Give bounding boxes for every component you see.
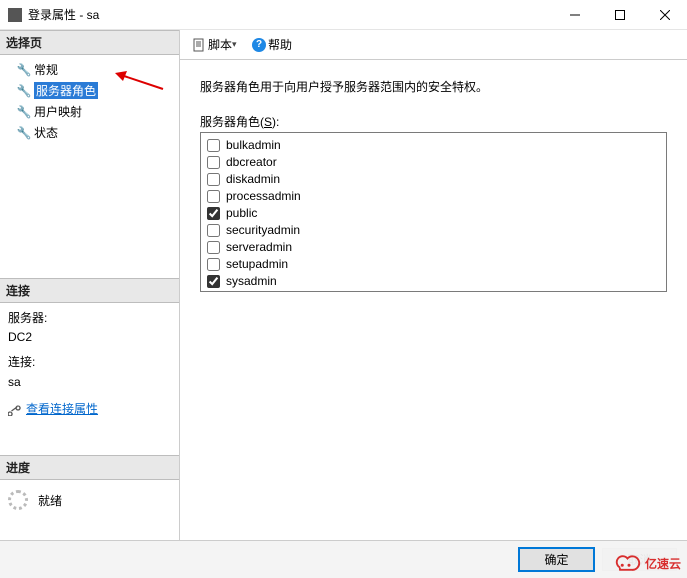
nav-label: 状态 <box>34 124 58 141</box>
server-value: DC2 <box>8 328 171 347</box>
role-name: sysadmin <box>226 273 277 290</box>
role-checkbox[interactable] <box>207 156 220 169</box>
role-row[interactable]: setupadmin <box>207 256 660 273</box>
role-row[interactable]: sysadmin <box>207 273 660 290</box>
role-checkbox[interactable] <box>207 207 220 220</box>
role-row[interactable]: securityadmin <box>207 222 660 239</box>
connection-header: 连接 <box>0 278 179 303</box>
nav-item-user-mapping[interactable]: 🔧 用户映射 <box>0 101 179 122</box>
spinner-icon <box>8 490 28 510</box>
role-checkbox[interactable] <box>207 190 220 203</box>
connection-label: 连接: <box>8 353 171 372</box>
content: 服务器角色用于向用户授予服务器范围内的安全特权。 服务器角色(S): bulka… <box>180 60 687 540</box>
role-name: public <box>226 205 257 222</box>
chevron-down-icon: ▾ <box>232 39 240 50</box>
nav-label: 常规 <box>34 61 58 78</box>
role-name: serveradmin <box>226 239 292 256</box>
window-title: 登录属性 - sa <box>28 6 552 23</box>
roles-listbox[interactable]: bulkadmindbcreatordiskadminprocessadminp… <box>200 132 667 292</box>
role-row[interactable]: diskadmin <box>207 171 660 188</box>
cancel-button[interactable]: 取消 <box>602 548 677 571</box>
script-label: 脚本 <box>208 36 232 53</box>
role-name: securityadmin <box>226 222 300 239</box>
role-checkbox[interactable] <box>207 224 220 237</box>
role-name: diskadmin <box>226 171 280 188</box>
role-row[interactable]: dbcreator <box>207 154 660 171</box>
view-connection-link[interactable]: 查看连接属性 <box>26 400 98 419</box>
close-button[interactable] <box>642 0 687 30</box>
wrench-icon: 🔧 <box>18 127 30 139</box>
description-text: 服务器角色用于向用户授予服务器范围内的安全特权。 <box>200 78 667 95</box>
wrench-icon: 🔧 <box>18 64 30 76</box>
nav-label: 服务器角色 <box>34 82 98 99</box>
roles-list-label: 服务器角色(S): <box>200 113 667 130</box>
progress-body: 就绪 <box>0 480 179 540</box>
role-name: setupadmin <box>226 256 288 273</box>
connection-value: sa <box>8 373 171 392</box>
progress-text: 就绪 <box>38 492 62 509</box>
maximize-button[interactable] <box>597 0 642 30</box>
wrench-icon: 🔧 <box>18 85 30 97</box>
toolbar: 脚本 ▾ ? 帮助 <box>180 30 687 60</box>
content-pane: 脚本 ▾ ? 帮助 服务器角色用于向用户授予服务器范围内的安全特权。 服务器角色… <box>180 30 687 540</box>
ok-button[interactable]: 确定 <box>519 548 594 571</box>
nav-label: 用户映射 <box>34 103 82 120</box>
app-icon <box>8 8 22 22</box>
sidebar: 选择页 🔧 常规 🔧 服务器角色 🔧 用户映射 🔧 状态 连接 服务器: D <box>0 30 180 540</box>
role-checkbox[interactable] <box>207 139 220 152</box>
role-row[interactable]: bulkadmin <box>207 137 660 154</box>
titlebar: 登录属性 - sa <box>0 0 687 30</box>
role-checkbox[interactable] <box>207 241 220 254</box>
nav-list: 🔧 常规 🔧 服务器角色 🔧 用户映射 🔧 状态 <box>0 55 179 147</box>
server-label: 服务器: <box>8 309 171 328</box>
minimize-button[interactable] <box>552 0 597 30</box>
script-icon <box>192 38 206 52</box>
nav-item-status[interactable]: 🔧 状态 <box>0 122 179 143</box>
connection-info: 服务器: DC2 连接: sa 查看连接属性 <box>0 303 179 425</box>
nav-item-general[interactable]: 🔧 常规 <box>0 59 179 80</box>
role-checkbox[interactable] <box>207 275 220 288</box>
dialog-footer: 确定 取消 <box>0 540 687 578</box>
role-checkbox[interactable] <box>207 173 220 186</box>
role-checkbox[interactable] <box>207 258 220 271</box>
nav-item-server-roles[interactable]: 🔧 服务器角色 <box>0 80 179 101</box>
view-connection-properties[interactable]: 查看连接属性 <box>8 400 171 419</box>
progress-header: 进度 <box>0 455 179 480</box>
role-name: bulkadmin <box>226 137 281 154</box>
help-icon: ? <box>252 38 266 52</box>
role-name: dbcreator <box>226 154 277 171</box>
role-row[interactable]: public <box>207 205 660 222</box>
role-row[interactable]: processadmin <box>207 188 660 205</box>
script-button[interactable]: 脚本 ▾ <box>188 34 244 55</box>
role-row[interactable]: serveradmin <box>207 239 660 256</box>
help-label: 帮助 <box>268 36 292 53</box>
wrench-icon: 🔧 <box>18 106 30 118</box>
connection-icon <box>8 403 22 415</box>
role-name: processadmin <box>226 188 301 205</box>
help-button[interactable]: ? 帮助 <box>248 34 296 55</box>
select-page-header: 选择页 <box>0 30 179 55</box>
